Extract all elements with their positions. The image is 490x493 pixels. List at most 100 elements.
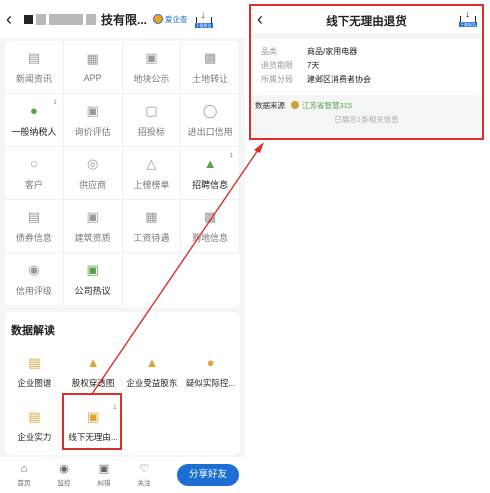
detail-row: 所属分局 建邺区消费者协会: [261, 73, 472, 87]
feature-recruit[interactable]: ▲ 招聘信息 1: [181, 147, 240, 200]
feature-label: 建筑资质: [74, 232, 111, 243]
detail-value: 7天: [307, 61, 320, 70]
salary-icon: ▦: [145, 208, 158, 224]
bidding-icon: ▢: [145, 102, 158, 118]
feature-controller[interactable]: ● 疑似实际控...: [181, 345, 240, 399]
land-purchase-icon: ▩: [203, 208, 217, 224]
detail-key: 品类: [261, 47, 277, 56]
feature-bidding[interactable]: ▢ 招投标: [122, 94, 182, 147]
feature-grid: ▤ 新闻资讯 ▦ APP ▣ 地块公示 ▩ 土地转让 ● 一般纳税人 1 ▣ 询价评估 ▢ 招投标 ◯ 进出口信…: [5, 41, 240, 306]
count-superscript: 1: [53, 100, 57, 106]
company-name-suffix: 技有限...: [101, 12, 148, 27]
detail-title: 线下无理由退货: [326, 16, 407, 28]
tab-eye[interactable]: ◉ 监控: [44, 463, 84, 487]
feature-label: 上榜榜单: [133, 179, 170, 190]
supplier-icon: ◎: [86, 155, 99, 171]
source-org-link[interactable]: 江苏省智慧315: [302, 100, 352, 111]
heart-icon: ♡: [139, 463, 149, 475]
download-report-icon[interactable]: ↓ 下载报告: [194, 11, 213, 28]
feature-strength[interactable]: ▤ 企业实力: [5, 399, 64, 453]
eye-icon: ◉: [59, 463, 69, 475]
feature-label: 购地信息: [192, 232, 229, 243]
feature-label: 土地转让: [192, 73, 229, 84]
feature-label: 债券信息: [15, 232, 52, 243]
tab-label: 关注: [137, 480, 151, 487]
feature-label: APP: [83, 73, 102, 83]
news-icon: ▤: [27, 49, 41, 65]
count-superscript: 1: [229, 153, 233, 159]
feature-label: 新闻资讯: [15, 73, 52, 84]
offline-return-highlight-box: [62, 393, 122, 450]
equity-icon: ▲: [86, 355, 100, 370]
feature-label: 疑似实际控...: [185, 378, 236, 388]
aiqicha-badge[interactable]: 爱企查: [153, 14, 188, 25]
graph-icon: ▤: [28, 355, 41, 370]
feature-land[interactable]: ▣ 地块公示: [122, 41, 182, 94]
feature-taxpayer[interactable]: ● 一般纳税人 1: [5, 94, 64, 147]
detail-header: ‹ 线下无理由退货 ↓ 下载报告: [251, 6, 482, 33]
detail-key: 退货期限: [261, 61, 293, 70]
feature-graph[interactable]: ▤ 企业图谱: [5, 345, 64, 399]
feature-label: 询价评估: [74, 126, 111, 137]
feature-equity[interactable]: ▲ 股权穿透图: [64, 345, 123, 399]
bond-icon: ▤: [27, 208, 41, 224]
feature-discussion[interactable]: ▣ 公司热议: [63, 253, 123, 306]
trophy-icon: △: [146, 155, 157, 171]
data-interpretation-grid: ▤ 企业图谱 ▲ 股权穿透图 ▲ 企业受益股东 ● 疑似实际控... ▤ 企业实力 ▣ 线下无理由..…: [5, 345, 240, 453]
feature-label: 信用评级: [15, 285, 52, 296]
correct-icon: ▣: [98, 463, 110, 475]
feature-app[interactable]: ▦ APP: [63, 41, 123, 94]
recruit-icon: ▲: [203, 155, 217, 171]
offline-return-detail-box: ‹ 线下无理由退货 ↓ 下载报告 品类 商品/家用电器 退货期限 7天 所属分局 建邺区消…: [249, 4, 484, 140]
detail-value: 建邺区消费者协会: [307, 75, 371, 84]
section-title: 数据解读: [11, 325, 55, 337]
customer-icon: ○: [29, 155, 38, 171]
share-button[interactable]: 分享好友: [177, 464, 239, 486]
feature-inquiry[interactable]: ▣ 询价评估: [63, 94, 123, 147]
beneficiary-icon: ▲: [145, 355, 159, 370]
data-source: 数据来源 江苏省智慧315: [255, 100, 353, 111]
building-icon: ▣: [86, 208, 99, 224]
controller-icon: ●: [206, 355, 215, 370]
feature-bond[interactable]: ▤ 债券信息: [5, 200, 64, 253]
right-screen: ‹ 线下无理由退货 ↓ 下载报告 品类 商品/家用电器 退货期限 7天 所属分局 建邺区消…: [245, 0, 490, 493]
shown-count: 已展示1条相关信息: [334, 115, 399, 124]
feature-land-purchase[interactable]: ▩ 购地信息: [181, 200, 240, 253]
feature-import-export[interactable]: ◯ 进出口信用: [181, 94, 240, 147]
feature-beneficiary[interactable]: ▲ 企业受益股东: [123, 345, 182, 399]
feature-label: 企业图谱: [17, 378, 52, 388]
source-seal-icon: [291, 101, 299, 109]
inquiry-icon: ▣: [86, 102, 99, 118]
feature-land-transfer[interactable]: ▩ 土地转让: [181, 41, 240, 94]
home-icon: ⌂: [20, 463, 28, 475]
land-transfer-icon: ▩: [203, 49, 217, 65]
tab-label: 首页: [17, 480, 31, 487]
feature-label: 一般纳税人: [11, 126, 57, 137]
tab-correct[interactable]: ▣ 纠错: [84, 463, 124, 487]
taxpayer-icon: ●: [29, 102, 38, 118]
bottom-tabbar: ⌂ 首页 ◉ 监控 ▣ 纠错 ♡ 关注 分享好友: [0, 457, 245, 493]
feature-label: 客户: [24, 179, 43, 190]
feature-news[interactable]: ▤ 新闻资讯: [5, 41, 64, 94]
detail-row: 退货期限 7天: [261, 59, 472, 73]
feature-customer[interactable]: ○ 客户: [5, 147, 64, 200]
import-export-icon: ◯: [202, 102, 218, 118]
download-report-icon[interactable]: ↓ 下载报告: [459, 10, 477, 27]
tab-label: 纠错: [97, 480, 111, 487]
feature-label: 企业受益股东: [126, 378, 178, 388]
feature-label: 地块公示: [133, 73, 170, 84]
feature-label: 招投标: [137, 126, 165, 137]
feature-salary[interactable]: ▦ 工资待遇: [122, 200, 182, 253]
feature-supplier[interactable]: ◎ 供应商: [63, 147, 123, 200]
feature-trophy[interactable]: △ 上榜榜单: [122, 147, 182, 200]
tab-label: 监控: [57, 480, 71, 487]
feature-credit[interactable]: ◉ 信用评级: [5, 253, 64, 306]
tab-heart[interactable]: ♡ 关注: [124, 463, 164, 487]
feature-building[interactable]: ▣ 建筑资质: [63, 200, 123, 253]
tab-home[interactable]: ⌂ 首页: [4, 463, 44, 487]
feature-grid-card: ▤ 新闻资讯 ▦ APP ▣ 地块公示 ▩ 土地转让 ● 一般纳税人 1 ▣ 询价评估 ▢ 招投标 ◯ 进出口信…: [5, 41, 240, 307]
feature-label: 公司热议: [74, 285, 111, 296]
detail-key: 所属分局: [261, 75, 293, 84]
data-interpretation-card: 数据解读 ▤ 企业图谱 ▲ 股权穿透图 ▲ 企业受益股东 ● 疑似实际控... ▤ 企业实力 ▣ 线下…: [5, 312, 240, 455]
back-chevron-left-icon[interactable]: ‹: [6, 10, 20, 28]
